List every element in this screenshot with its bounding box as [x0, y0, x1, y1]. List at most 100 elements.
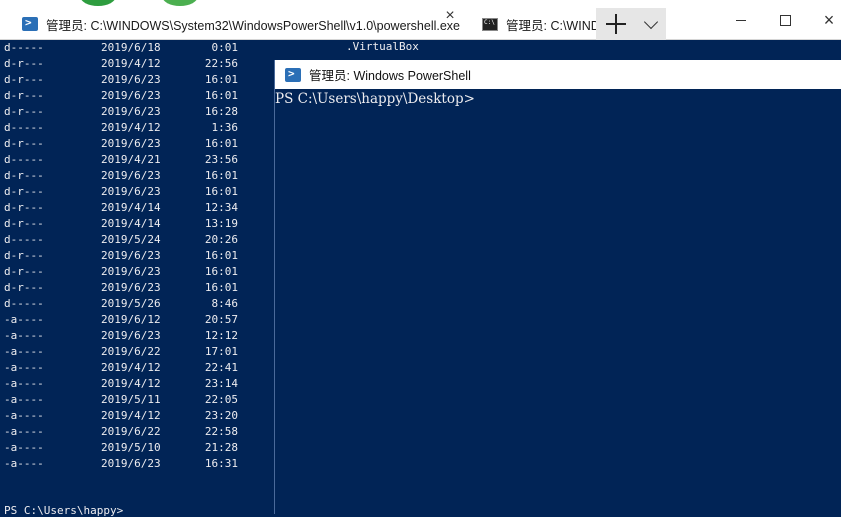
file-date: 2019/4/14	[101, 217, 161, 230]
close-button[interactable]: ×	[806, 8, 841, 32]
file-date: 2019/6/22	[101, 425, 161, 438]
file-time: 13:19	[204, 217, 238, 230]
file-time: 16:31	[204, 457, 238, 470]
file-mode: d-r---	[4, 137, 44, 150]
file-time: 17:01	[204, 345, 238, 358]
powershell-prompt[interactable]: PS C:\Users\happy\Desktop>	[275, 91, 475, 107]
file-time: 23:56	[204, 153, 238, 166]
cmd-icon	[482, 17, 498, 31]
console-prompt: PS C:\Users\happy>	[4, 504, 124, 517]
window-title: 管理员: Windows PowerShell	[309, 69, 471, 83]
file-mode: -a----	[4, 393, 44, 406]
file-date: 2019/6/23	[101, 73, 161, 86]
file-time: 16:01	[204, 249, 238, 262]
tab-powershell[interactable]: 管理员: C:\WINDOWS\System32\WindowsPowerShe…	[0, 8, 468, 40]
file-date: 2019/4/14	[101, 201, 161, 214]
file-mode: d-r---	[4, 185, 44, 198]
file-date: 2019/6/23	[101, 105, 161, 118]
file-time: 20:57	[204, 313, 238, 326]
window-titlebar[interactable]: 管理员: Windows PowerShell	[275, 60, 841, 89]
decorative-shape	[80, 0, 116, 6]
powershell-icon	[22, 16, 38, 31]
file-date: 2019/6/23	[101, 89, 161, 102]
file-time: 16:01	[204, 137, 238, 150]
file-time: 22:58	[204, 425, 238, 438]
file-time: 1:36	[211, 121, 239, 134]
directory-name: .VirtualBox	[346, 40, 419, 53]
minimize-button[interactable]	[718, 8, 764, 32]
file-mode: d-r---	[4, 217, 44, 230]
file-mode: -a----	[4, 313, 44, 326]
file-time: 20:26	[204, 233, 238, 246]
file-date: 2019/5/11	[101, 393, 161, 406]
file-time: 22:56	[204, 57, 238, 70]
file-mode: d-r---	[4, 169, 44, 182]
file-mode: d-----	[4, 297, 44, 310]
file-time: 16:01	[204, 169, 238, 182]
file-date: 2019/4/12	[101, 377, 161, 390]
file-mode: d-----	[4, 41, 44, 54]
tab-bar: 管理员: C:\WINDOWS\System32\WindowsPowerShe…	[0, 0, 841, 40]
file-date: 2019/5/10	[101, 441, 161, 454]
tab-cmd[interactable]: 管理员: C:\WINDOWS\system32\cmd.exe	[470, 8, 596, 40]
file-date: 2019/6/12	[101, 313, 161, 326]
maximize-button[interactable]	[762, 8, 808, 32]
file-date: 2019/6/23	[101, 281, 161, 294]
file-mode: -a----	[4, 345, 44, 358]
file-date: 2019/4/12	[101, 361, 161, 374]
file-date: 2019/6/23	[101, 329, 161, 342]
file-time: 23:20	[204, 409, 238, 422]
file-date: 2019/6/23	[101, 137, 161, 150]
powershell-icon	[285, 67, 301, 82]
file-date: 2019/5/26	[101, 297, 161, 310]
file-time: 12:12	[204, 329, 238, 342]
file-mode: d-r---	[4, 89, 44, 102]
file-date: 2019/6/23	[101, 457, 161, 470]
file-mode: d-r---	[4, 281, 44, 294]
file-mode: -a----	[4, 409, 44, 422]
chevron-down-icon	[643, 14, 659, 29]
file-mode: -a----	[4, 377, 44, 390]
file-date: 2019/6/18	[101, 41, 161, 54]
file-time: 21:28	[204, 441, 238, 454]
file-time: 16:28	[204, 105, 238, 118]
file-date: 2019/4/12	[101, 121, 161, 134]
file-time: 16:01	[204, 281, 238, 294]
file-mode: -a----	[4, 425, 44, 438]
file-time: 22:41	[204, 361, 238, 374]
file-mode: d-----	[4, 233, 44, 246]
file-date: 2019/6/23	[101, 185, 161, 198]
file-mode: -a----	[4, 457, 44, 470]
file-mode: d-----	[4, 121, 44, 134]
console-output[interactable]: d----- 2019/6/18 0:01 d-r--- 2019/4/12 22:56 d…	[0, 40, 275, 514]
file-time: 8:46	[211, 297, 239, 310]
file-time: 16:01	[204, 265, 238, 278]
file-time: 16:01	[204, 73, 238, 86]
decorative-shape	[162, 0, 198, 6]
maximize-icon	[779, 14, 791, 26]
file-mode: -a----	[4, 361, 44, 374]
file-date: 2019/4/12	[101, 409, 161, 422]
file-time: 16:01	[204, 89, 238, 102]
file-mode: -a----	[4, 441, 44, 454]
close-tab-icon[interactable]: ×	[442, 8, 458, 24]
file-mode: d-r---	[4, 73, 44, 86]
tab-dropdown-button[interactable]	[636, 8, 666, 40]
file-date: 2019/4/12	[101, 57, 161, 70]
file-date: 2019/6/23	[101, 169, 161, 182]
powershell-window[interactable]: 管理员: Windows PowerShell PS C:\Users\happ…	[274, 60, 841, 514]
file-time: 16:01	[204, 185, 238, 198]
file-time: 22:05	[204, 393, 238, 406]
file-mode: d-r---	[4, 249, 44, 262]
file-date: 2019/4/21	[101, 153, 161, 166]
file-time: 0:01	[211, 41, 239, 54]
new-tab-button[interactable]	[596, 8, 636, 40]
file-time: 12:34	[204, 201, 238, 214]
file-time: 23:14	[204, 377, 238, 390]
file-mode: d-----	[4, 153, 44, 166]
minimize-icon	[736, 19, 746, 21]
file-mode: d-r---	[4, 265, 44, 278]
plus-icon	[606, 14, 626, 34]
tab-title: 管理员: C:\WINDOWS\system32\cmd.exe	[506, 18, 596, 33]
file-date: 2019/6/23	[101, 265, 161, 278]
